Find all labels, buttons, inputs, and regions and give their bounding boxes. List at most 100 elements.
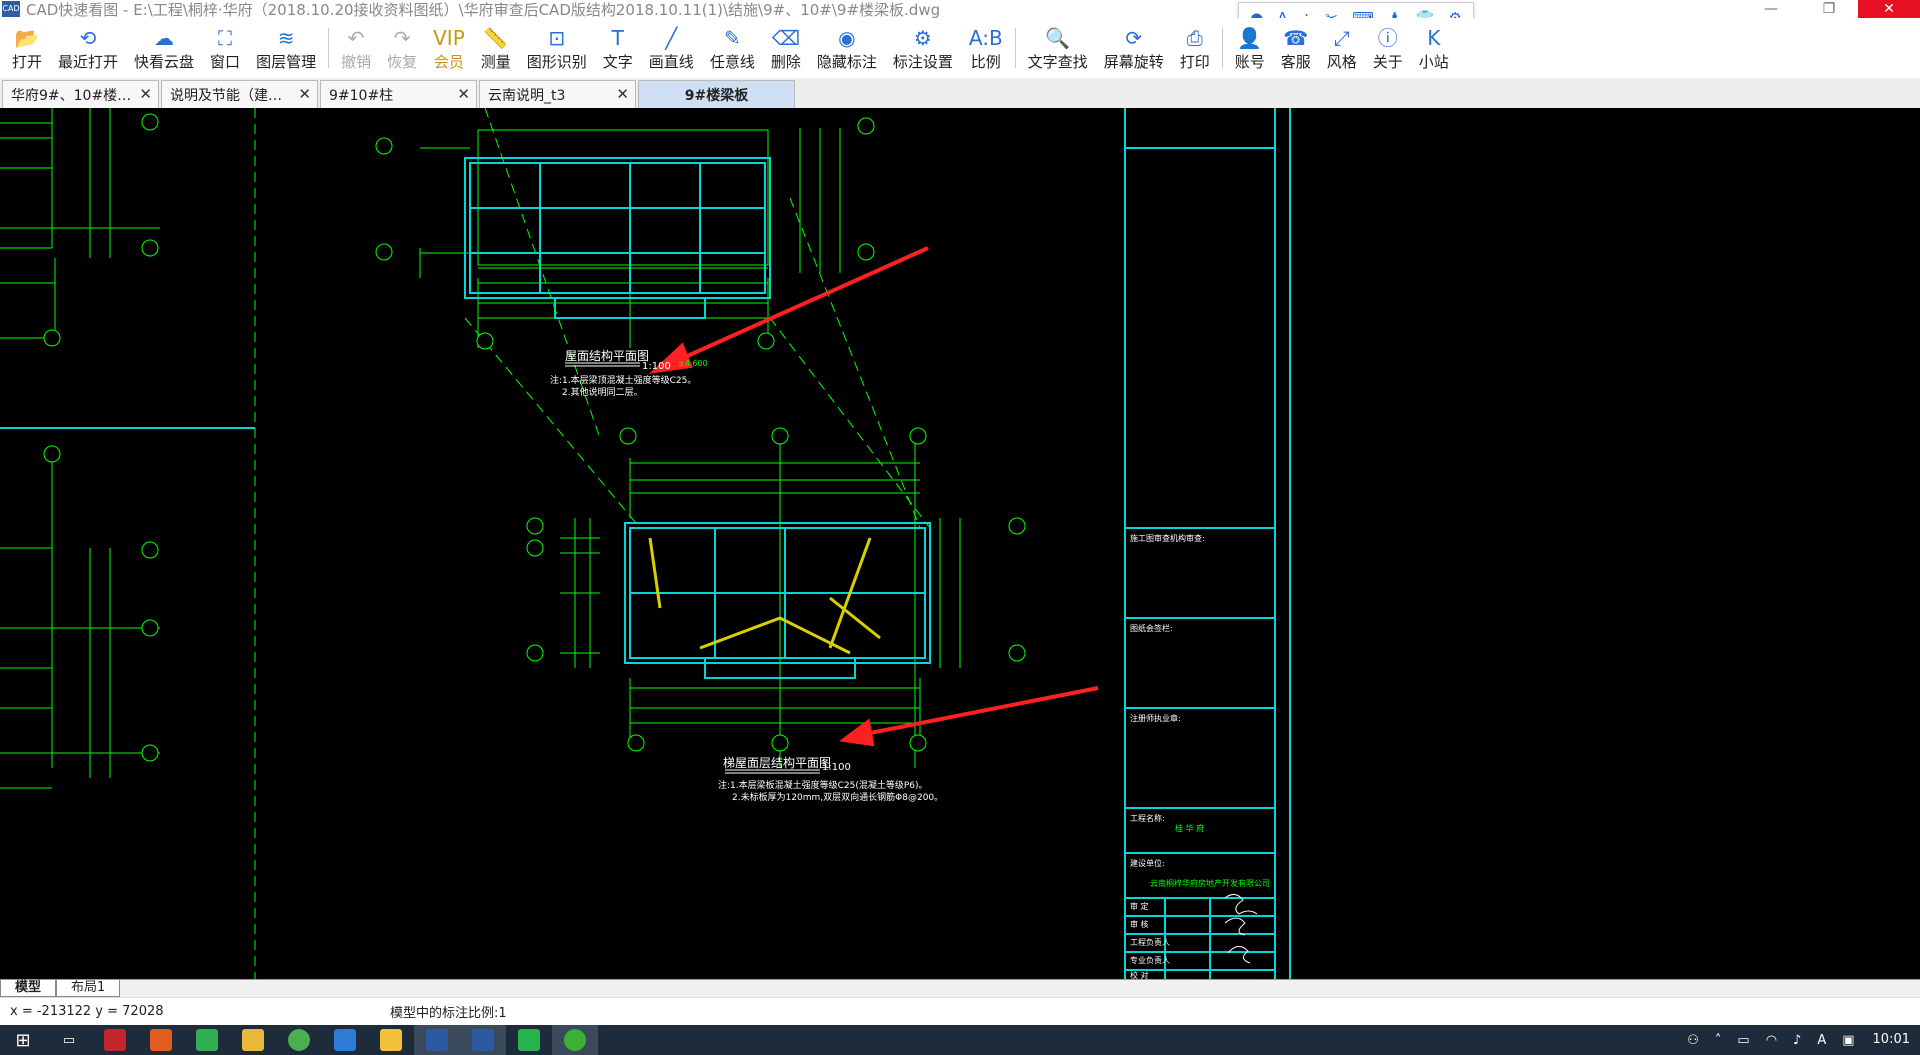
toolbar-button-3[interactable]: ⛶ 窗口 <box>202 20 248 76</box>
toolbar-icon-10: T <box>611 26 624 50</box>
toolbar-label-17: 文字查找 <box>1027 53 1088 71</box>
tb-sign-row-4: 专业负责人 <box>1130 955 1170 965</box>
tab-close-icon[interactable]: ✕ <box>298 85 311 103</box>
toolbar-icon-0: 📂 <box>14 26 40 50</box>
taskbar-app-11[interactable] <box>552 1025 598 1055</box>
toolbar-button-15[interactable]: ⚙ 标注设置 <box>885 20 961 76</box>
tb-sign-row-5: 校 对 <box>1130 970 1149 979</box>
restore-button[interactable]: ❐ <box>1800 0 1858 18</box>
toolbar-button-22[interactable]: ⤢ 风格 <box>1319 20 1365 76</box>
tab-close-icon[interactable]: ✕ <box>616 85 629 103</box>
taskbar-app-10[interactable] <box>506 1025 552 1055</box>
battery-icon[interactable]: ▭ <box>1737 1033 1749 1048</box>
toolbar-button-13[interactable]: ⌫ 删除 <box>763 20 809 76</box>
tab-document-4[interactable]: 9#楼梁板 <box>638 80 795 108</box>
annotation-scale: 模型中的标注比例:1 <box>390 1006 507 1021</box>
toolbar-button-14[interactable]: ◉ 隐藏标注 <box>809 20 885 76</box>
toolbar-button-24[interactable]: K 小站 <box>1411 20 1457 76</box>
toolbar-button-19[interactable]: ⎙ 打印 <box>1172 20 1218 76</box>
help-icon <box>380 1029 402 1051</box>
tab-document-1[interactable]: 说明及节能（建… ✕ <box>161 80 318 108</box>
app-green-icon <box>196 1029 218 1051</box>
taskbar-app-6[interactable] <box>322 1025 368 1055</box>
toolbar-label-23: 关于 <box>1372 53 1403 71</box>
tab-document-3[interactable]: 云南说明_t3 ✕ <box>479 80 636 108</box>
toolbar-button-12[interactable]: ✎ 任意线 <box>702 20 763 76</box>
cursor-coordinates: x = -213122 y = 72028 <box>10 1004 164 1019</box>
plan1-elevation: ±4.600 <box>678 359 708 368</box>
task-view-button[interactable]: ▭ <box>46 1025 92 1055</box>
tab-close-icon[interactable]: ✕ <box>457 85 470 103</box>
toolbar-button-16[interactable]: A:B 比例 <box>961 20 1011 76</box>
toolbar-button-11[interactable]: ╱ 画直线 <box>641 20 702 76</box>
plan2-title: 梯屋面层结构平面图 <box>723 755 831 770</box>
drawing-canvas[interactable]: 屋面结构平面图 1:100 注:1.本层梁顶混凝土强度等级C25。 2.其他说明… <box>0 108 1920 979</box>
toolbar-button-8[interactable]: 📏 测量 <box>473 20 519 76</box>
toolbar-button-4[interactable]: ≋ 图层管理 <box>248 20 324 76</box>
toolbar-icon-14: ◉ <box>838 26 856 50</box>
document-icon <box>334 1029 356 1051</box>
toolbar-button-18[interactable]: ⟳ 屏幕旋转 <box>1096 20 1172 76</box>
toolbar-label-24: 小站 <box>1418 53 1449 71</box>
toolbar-button-1[interactable]: ⟲ 最近打开 <box>50 20 126 76</box>
toolbar-button-5[interactable]: ↶ 撤销 <box>333 20 379 76</box>
windows-icon: ⊞ <box>15 1029 31 1051</box>
plan2-note2: 2.未标板厚为120mm,双层双向通长钢筋Φ8@200。 <box>732 791 943 803</box>
app-red-icon <box>104 1029 126 1051</box>
tab-label: 9#楼梁板 <box>684 87 749 104</box>
toolbar-button-21[interactable]: ☎ 客服 <box>1273 20 1319 76</box>
folder-icon <box>242 1029 264 1051</box>
tab-document-0[interactable]: 华府9#、10#楼… ✕ <box>2 80 159 108</box>
toolbar-separator <box>1221 28 1223 68</box>
toolbar-button-6[interactable]: ↷ 恢复 <box>379 20 425 76</box>
toolbar-button-7[interactable]: VIP 会员 <box>425 20 473 76</box>
taskbar-app-5[interactable] <box>276 1025 322 1055</box>
main-toolbar: 📂 打开 ⟲ 最近打开 ☁ 快看云盘 ⛶ 窗口 ≋ 图层管理 ↶ 撤销 ↷ 恢复 VIP 会员 📏 测量 ⊡ 图形识别… <box>0 18 1920 76</box>
toolbar-button-0[interactable]: 📂 打开 <box>4 20 50 76</box>
taskbar-app-1[interactable] <box>92 1025 138 1055</box>
tb-row-stamp: 注册师执业章: <box>1130 713 1181 723</box>
toolbar-label-22: 风格 <box>1326 53 1357 71</box>
layout-tab-1[interactable]: 布局1 <box>56 980 121 997</box>
toolbar-icon-21: ☎ <box>1283 26 1309 50</box>
ime-icon[interactable]: A <box>1817 1033 1826 1048</box>
toolbar-icon-12: ✎ <box>723 26 741 50</box>
cad-icon <box>426 1029 448 1051</box>
tab-document-2[interactable]: 9#10#柱 ✕ <box>320 80 477 108</box>
toolbar-button-20[interactable]: 👤 账号 <box>1227 20 1273 76</box>
toolbar-icon-11: ╱ <box>665 26 678 50</box>
system-tray: ⚇ ˄ ▭ ◠ ♪ A ▣ 10:01 <box>1679 1025 1910 1055</box>
toolbar-label-13: 删除 <box>770 53 801 71</box>
toolbar-label-5: 撤销 <box>341 53 372 71</box>
minimize-button[interactable]: — <box>1742 0 1800 18</box>
toolbar-button-17[interactable]: 🔍 文字查找 <box>1020 20 1096 76</box>
taskbar-app-2[interactable] <box>138 1025 184 1055</box>
taskbar-app-4[interactable] <box>230 1025 276 1055</box>
document-tabs: 华府9#、10#楼… ✕ 说明及节能（建… ✕ 9#10#柱 ✕ 云南说明_t3 ✕ 9#楼梁板 <box>0 78 1920 108</box>
taskbar-app-9[interactable] <box>460 1025 506 1055</box>
tab-close-icon[interactable]: ✕ <box>139 85 152 103</box>
taskbar-app-7[interactable] <box>368 1025 414 1055</box>
toolbar-button-10[interactable]: T 文字 <box>595 20 641 76</box>
tb-sign-row-1: 审 定 <box>1130 901 1149 911</box>
plan1-title: 屋面结构平面图 <box>565 348 649 363</box>
toolbar-icon-8: 📏 <box>483 26 509 50</box>
toolbar-button-23[interactable]: ⓘ 关于 <box>1365 20 1411 76</box>
taskbar-app-3[interactable] <box>184 1025 230 1055</box>
wifi-icon[interactable]: ◠ <box>1766 1033 1777 1048</box>
volume-icon[interactable]: ♪ <box>1793 1033 1801 1048</box>
start-button[interactable]: ⊞ <box>0 1025 46 1055</box>
taskbar-app-8[interactable] <box>414 1025 460 1055</box>
people-icon[interactable]: ⚇ <box>1687 1033 1699 1048</box>
taskbar-clock[interactable]: 10:01 <box>1873 1033 1910 1047</box>
notification-icon[interactable]: ▣ <box>1842 1033 1854 1048</box>
layout-tab-0[interactable]: 模型 <box>0 980 57 997</box>
toolbar-button-9[interactable]: ⊡ 图形识别 <box>519 20 595 76</box>
toolbar-icon-6: ↷ <box>393 26 411 50</box>
tb-sign-row-2: 审 核 <box>1130 919 1149 929</box>
toolbar-label-12: 任意线 <box>709 53 755 71</box>
toolbar-button-2[interactable]: ☁ 快看云盘 <box>126 20 202 76</box>
close-button[interactable]: ✕ <box>1858 0 1920 18</box>
chevron-up-icon[interactable]: ˄ <box>1715 1033 1722 1048</box>
title-bar: CAD CAD快速看图 - E:\工程\桐梓·华府（2018.10.20接收资料… <box>0 0 1920 19</box>
